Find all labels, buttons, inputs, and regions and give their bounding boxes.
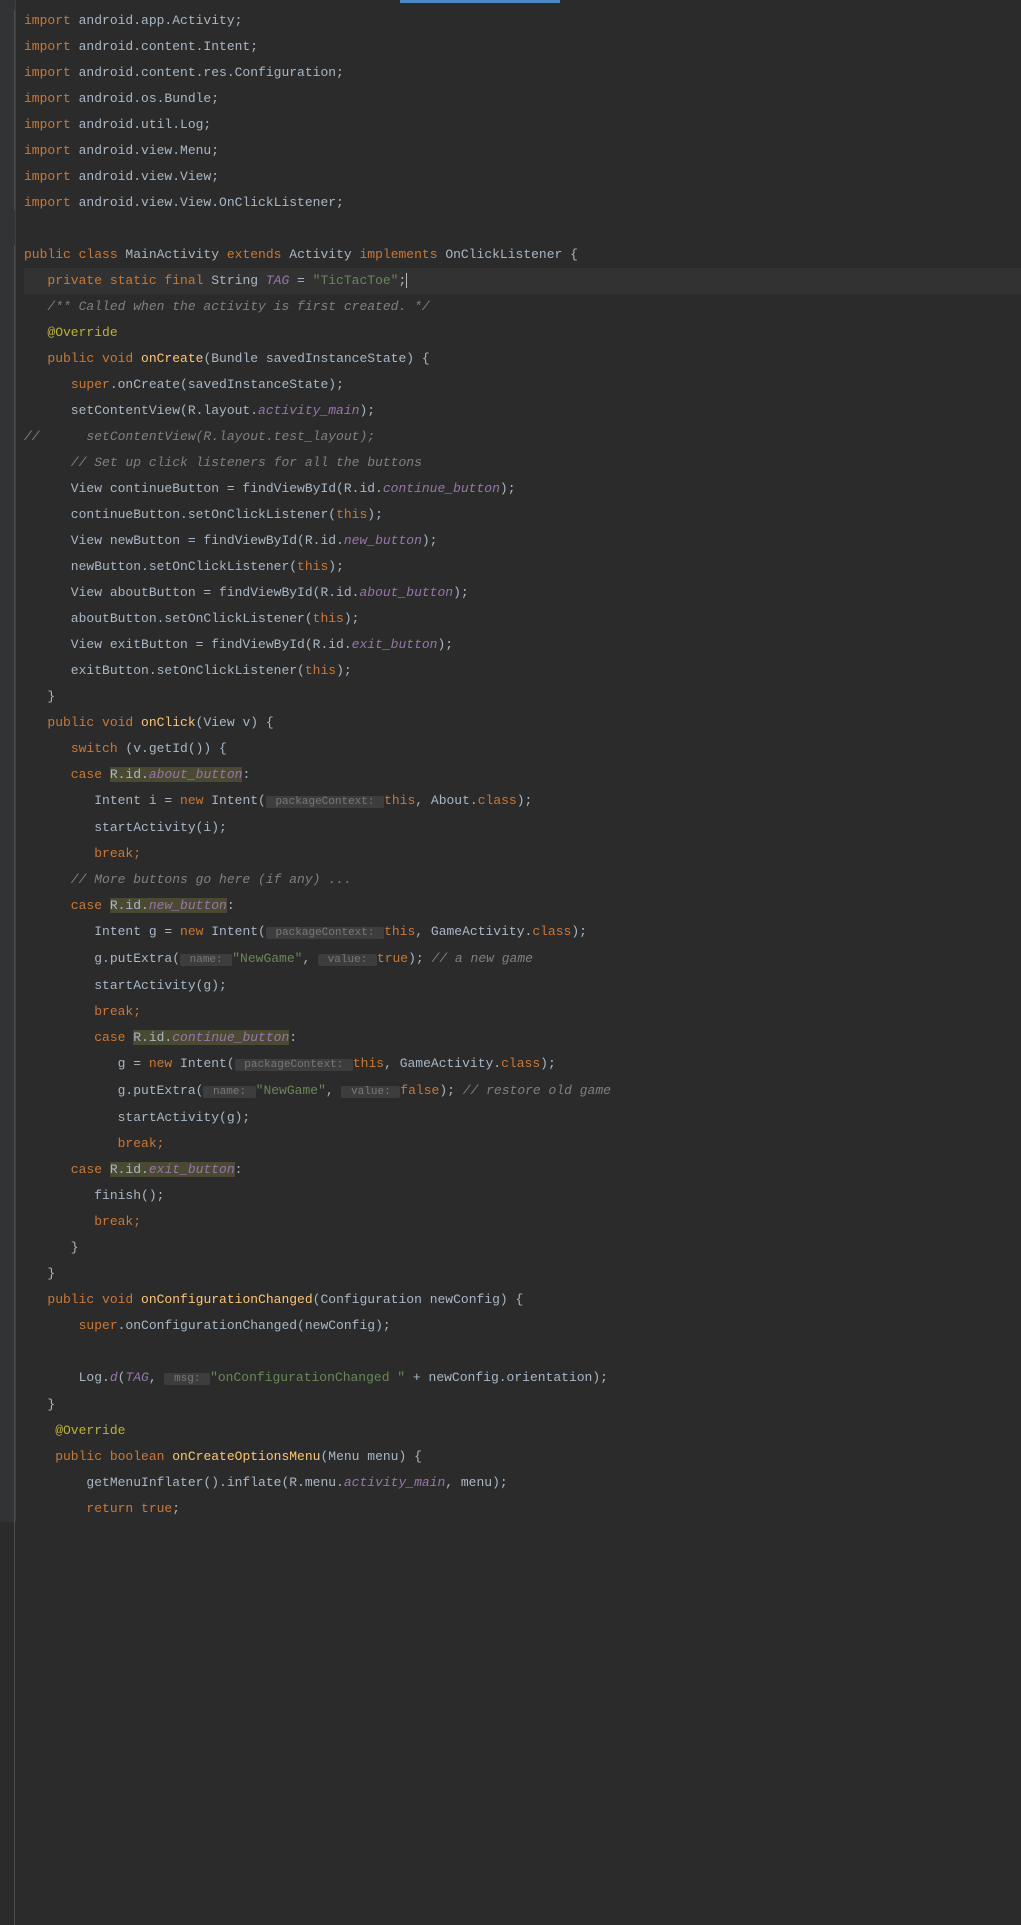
putextra-continue[interactable]: g.putExtra( name: "NewGame", value: fals…: [24, 1078, 1021, 1105]
import-line[interactable]: import android.content.res.Configuration…: [24, 60, 1021, 86]
case-about[interactable]: case R.id.about_button:: [24, 762, 1021, 788]
case-exit[interactable]: case R.id.exit_button:: [24, 1157, 1021, 1183]
comment-more[interactable]: // More buttons go here (if any) ...: [24, 867, 1021, 893]
field-tag[interactable]: private static final String TAG = "TicTa…: [24, 268, 1021, 294]
find-view-exit[interactable]: View exitButton = findViewById(R.id.exit…: [24, 632, 1021, 658]
start-activity-g[interactable]: startActivity(g);: [24, 973, 1021, 999]
blank-line[interactable]: [24, 1339, 1021, 1365]
override-annotation[interactable]: @Override: [24, 1418, 1021, 1444]
setcontentview[interactable]: setContentView(R.layout.activity_main);: [24, 398, 1021, 424]
doc-comment[interactable]: /** Called when the activity is first cr…: [24, 294, 1021, 320]
commented-line[interactable]: // setContentView(R.layout.test_layout);: [24, 424, 1021, 450]
import-line[interactable]: import android.content.Intent;: [24, 34, 1021, 60]
close-onclick[interactable]: }: [24, 1261, 1021, 1287]
case-continue[interactable]: case R.id.continue_button:: [24, 1025, 1021, 1051]
comment-line[interactable]: // Set up click listeners for all the bu…: [24, 450, 1021, 476]
switch-open[interactable]: switch (v.getId()) {: [24, 736, 1021, 762]
import-line[interactable]: import android.util.Log;: [24, 112, 1021, 138]
onclick-signature[interactable]: public void onClick(View v) {: [24, 710, 1021, 736]
code-editor[interactable]: import android.app.Activity; import andr…: [0, 0, 1021, 1522]
set-listener-exit[interactable]: exitButton.setOnClickListener(this);: [24, 658, 1021, 684]
finish-call[interactable]: finish();: [24, 1183, 1021, 1209]
super-onconfig[interactable]: super.onConfigurationChanged(newConfig);: [24, 1313, 1021, 1339]
intent-continue[interactable]: g = new Intent( packageContext: this, Ga…: [24, 1051, 1021, 1078]
log-call[interactable]: Log.d(TAG, msg: "onConfigurationChanged …: [24, 1365, 1021, 1392]
import-line[interactable]: import android.view.View;: [24, 164, 1021, 190]
start-activity-g2[interactable]: startActivity(g);: [24, 1105, 1021, 1131]
import-line[interactable]: import android.view.View.OnClickListener…: [24, 190, 1021, 216]
class-declaration[interactable]: public class MainActivity extends Activi…: [24, 242, 1021, 268]
case-new[interactable]: case R.id.new_button:: [24, 893, 1021, 919]
inflate-menu[interactable]: getMenuInflater().inflate(R.menu.activit…: [24, 1470, 1021, 1496]
onmenu-signature[interactable]: public boolean onCreateOptionsMenu(Menu …: [24, 1444, 1021, 1470]
find-view-continue[interactable]: View continueButton = findViewById(R.id.…: [24, 476, 1021, 502]
set-listener-continue[interactable]: continueButton.setOnClickListener(this);: [24, 502, 1021, 528]
close-onconfig[interactable]: }: [24, 1392, 1021, 1418]
return-true[interactable]: return true;: [24, 1496, 1021, 1522]
onconfig-signature[interactable]: public void onConfigurationChanged(Confi…: [24, 1287, 1021, 1313]
active-tab-indicator: [400, 0, 560, 3]
break[interactable]: break;: [24, 1131, 1021, 1157]
editor-gutter[interactable]: [0, 0, 16, 1522]
code-content[interactable]: import android.app.Activity; import andr…: [20, 0, 1021, 1522]
import-line[interactable]: import android.os.Bundle;: [24, 86, 1021, 112]
oncreate-signature[interactable]: public void onCreate(Bundle savedInstanc…: [24, 346, 1021, 372]
break[interactable]: break;: [24, 999, 1021, 1025]
break[interactable]: break;: [24, 841, 1021, 867]
putextra-new[interactable]: g.putExtra( name: "NewGame", value: true…: [24, 946, 1021, 973]
super-call[interactable]: super.onCreate(savedInstanceState);: [24, 372, 1021, 398]
intent-new[interactable]: Intent g = new Intent( packageContext: t…: [24, 919, 1021, 946]
import-line[interactable]: import android.app.Activity;: [24, 8, 1021, 34]
find-view-about[interactable]: View aboutButton = findViewById(R.id.abo…: [24, 580, 1021, 606]
start-activity[interactable]: startActivity(i);: [24, 815, 1021, 841]
blank-line[interactable]: [24, 216, 1021, 242]
import-line[interactable]: import android.view.Menu;: [24, 138, 1021, 164]
override-annotation[interactable]: @Override: [24, 320, 1021, 346]
close-switch[interactable]: }: [24, 1235, 1021, 1261]
find-view-new[interactable]: View newButton = findViewById(R.id.new_b…: [24, 528, 1021, 554]
set-listener-new[interactable]: newButton.setOnClickListener(this);: [24, 554, 1021, 580]
break[interactable]: break;: [24, 1209, 1021, 1235]
intent-about[interactable]: Intent i = new Intent( packageContext: t…: [24, 788, 1021, 815]
close-brace[interactable]: }: [24, 684, 1021, 710]
set-listener-about[interactable]: aboutButton.setOnClickListener(this);: [24, 606, 1021, 632]
